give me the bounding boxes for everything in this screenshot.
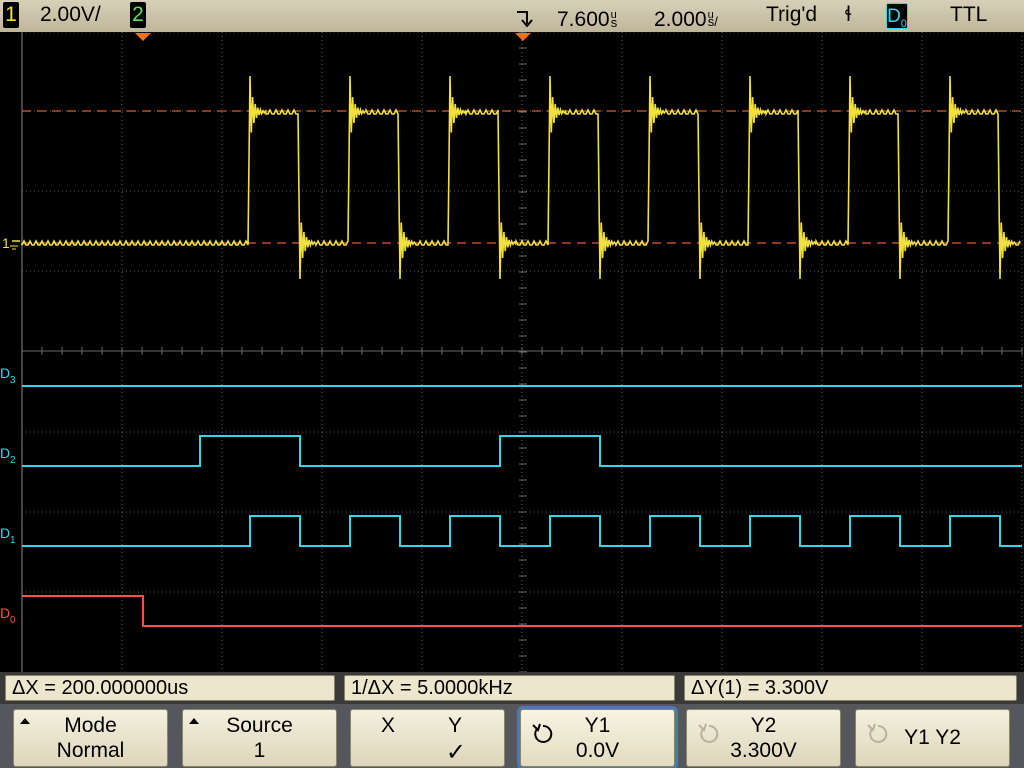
measurement-bar: ΔX = 200.000000us 1/ΔX = 5.0000kHz ΔY(1)… (0, 672, 1024, 704)
y1-label: Y1 (584, 714, 611, 737)
channel-2-badge[interactable]: 2 (130, 2, 146, 28)
y1-y2-cursor-softkey[interactable]: Y1 Y2 (855, 709, 1010, 767)
timebase-scale: 2.000us/ (654, 3, 718, 34)
xy-softkey[interactable]: X Y ✓ (350, 709, 505, 767)
inverse-delta-x-readout: 1/ΔX = 5.0000kHz (344, 675, 675, 701)
y1-value: 0.0V (575, 739, 620, 762)
checkmark-icon: ✓ (445, 739, 466, 766)
digital-channel-label: D (0, 525, 10, 541)
timebase-scale-unit: s/ (707, 14, 718, 29)
source-label: Source (226, 714, 293, 737)
digital-channel-sublabel: 0 (10, 615, 16, 626)
delta-x-readout: ΔX = 200.000000us (5, 675, 335, 701)
digital-channel-sublabel: 2 (10, 455, 16, 466)
timebase-scale-value: 2.000 (654, 8, 707, 31)
trigger-delay: 7.600us (557, 3, 617, 34)
status-bar: 1 2.00V/ 2 7.600us 2.000us/ Trig'd ɬ D0 … (0, 0, 1024, 32)
mode-value: Normal (56, 739, 125, 762)
y1-y2-label: Y1 Y2 (904, 726, 961, 749)
trigger-source-badge[interactable]: D0 (886, 3, 908, 30)
y1-cursor-softkey[interactable]: Y1 0.0V (517, 706, 678, 768)
digital-channel-label: D (0, 605, 10, 621)
x-option-label: X (381, 714, 396, 737)
x1-cursor-marker (135, 33, 151, 41)
digital-waveforms (22, 385, 1022, 627)
mode-label: Mode (64, 714, 117, 737)
trigger-level: TTL (950, 3, 988, 26)
trigger-source-main: D (887, 6, 901, 27)
ground-icon (10, 245, 18, 250)
channel-1-waveform (21, 75, 1021, 280)
trigger-edge-icon: ɬ (845, 3, 852, 26)
trigger-position-icon (517, 11, 533, 28)
channel-1-marker: 1 (2, 235, 10, 251)
delta-y-readout: ΔY(1) = 3.300V (684, 675, 1017, 701)
channel-labels: 1D 3D 2D 1D 0 (0, 235, 20, 626)
y2-label: Y2 (750, 714, 777, 737)
trigger-position-marker (515, 33, 531, 41)
graticule-grid (21, 32, 1023, 672)
trigger-delay-value: 7.600 (557, 8, 610, 31)
y2-value: 3.300V (730, 739, 797, 762)
digital-channel-label: D (0, 445, 10, 461)
y-option-label: Y (447, 714, 462, 737)
source-value: 1 (253, 739, 266, 762)
digital-channel-label: D (0, 365, 10, 381)
channel-1-scale: 2.00V/ (40, 3, 101, 26)
trigger-source-sub: 0 (900, 17, 907, 30)
softkey-bar: Mode Normal Source 1 X Y ✓ Y1 0.0V Y2 3.… (0, 704, 1024, 768)
position-markers (135, 33, 531, 41)
digital-channel-sublabel: 1 (10, 535, 16, 546)
mode-softkey[interactable]: Mode Normal (13, 709, 168, 767)
digital-channel-sublabel: 3 (10, 375, 16, 386)
y2-cursor-softkey[interactable]: Y2 3.300V (686, 709, 841, 767)
trigger-delay-unit: s (610, 15, 618, 30)
channel-1-trace (21, 75, 1021, 280)
source-softkey[interactable]: Source 1 (182, 709, 337, 767)
channel-1-badge[interactable]: 1 (3, 2, 19, 28)
trigger-status: Trig'd (766, 3, 818, 26)
waveform-display[interactable]: 1D 3D 2D 1D 0 (0, 32, 1024, 672)
